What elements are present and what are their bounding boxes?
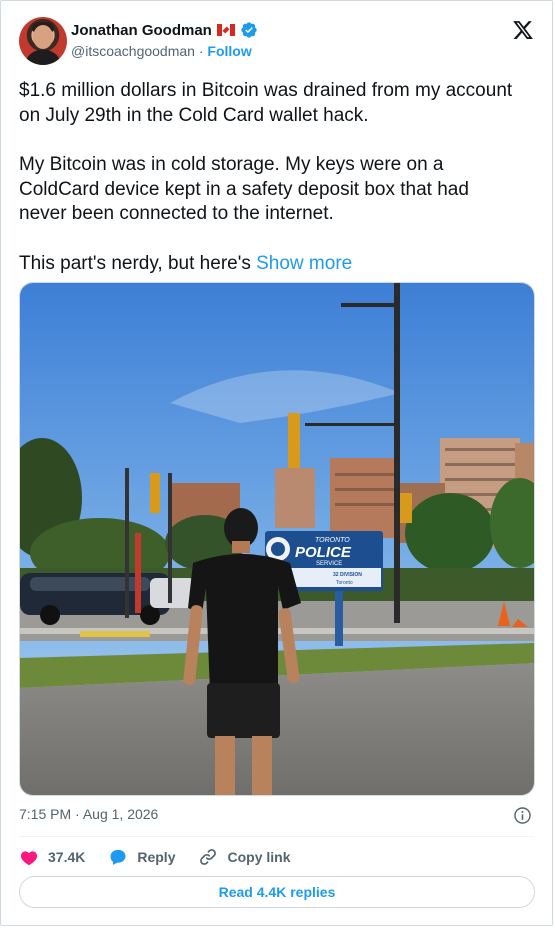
follow-button[interactable]: Follow xyxy=(207,43,251,59)
post-time: 7:15 PM xyxy=(19,806,72,822)
info-icon[interactable] xyxy=(513,806,532,825)
link-icon xyxy=(200,849,217,865)
canada-flag-icon xyxy=(216,24,235,36)
heart-icon xyxy=(20,851,38,866)
divider xyxy=(19,836,535,837)
show-more-link[interactable]: Show more xyxy=(256,253,352,274)
sign-sub: SERVICE xyxy=(316,561,342,567)
copy-link-label: Copy link xyxy=(227,849,291,865)
avatar[interactable] xyxy=(19,17,67,65)
sign-city: TORONTO xyxy=(315,537,350,544)
sign-brand: Toronto xyxy=(336,580,353,586)
timestamp-separator: · xyxy=(75,806,80,822)
post-text: $1.6 million dollars in Bitcoin was drai… xyxy=(19,79,519,301)
sign-division: 32 DIVISION xyxy=(333,572,362,578)
copy-link-button[interactable]: Copy link xyxy=(198,847,291,867)
like-count: 37.4K xyxy=(48,849,86,865)
action-bar: 37.4K Reply Copy link xyxy=(19,845,314,869)
post-photo[interactable]: TORONTO POLICE SERVICE 32 DIVISION Toron… xyxy=(19,282,535,796)
author-handle[interactable]: @itscoachgoodman xyxy=(71,43,195,59)
reply-bubble-icon xyxy=(110,849,126,865)
photo-scene: TORONTO POLICE SERVICE 32 DIVISION Toron… xyxy=(20,283,534,795)
post-header: Jonathan Goodman @itscoachgoodman · Foll… xyxy=(19,17,539,65)
sign-title: POLICE xyxy=(295,544,352,561)
post-paragraph-text: This part's nerdy, but here's xyxy=(19,252,257,274)
reply-button[interactable]: Reply xyxy=(108,847,175,867)
post-paragraph-last: This part's nerdy, but here's Show more xyxy=(19,252,519,277)
post-paragraph: $1.6 million dollars in Bitcoin was drai… xyxy=(19,80,513,126)
like-button[interactable]: 37.4K xyxy=(19,847,85,867)
post-date: Aug 1, 2026 xyxy=(82,806,159,822)
verified-badge-icon xyxy=(241,22,257,38)
reply-label: Reply xyxy=(137,849,176,865)
author-name-row: Jonathan Goodman xyxy=(71,21,258,39)
read-replies-button[interactable]: Read 4.4K replies xyxy=(19,876,535,908)
author-name[interactable]: Jonathan Goodman xyxy=(71,22,212,39)
post-paragraph: My Bitcoin was in cold storage. My keys … xyxy=(19,154,469,224)
x-logo-icon[interactable] xyxy=(512,19,534,41)
handle-separator: · xyxy=(198,43,204,59)
author-handle-row: @itscoachgoodman · Follow xyxy=(71,43,252,59)
post-timestamp[interactable]: 7:15 PM · Aug 1, 2026 xyxy=(19,806,158,822)
